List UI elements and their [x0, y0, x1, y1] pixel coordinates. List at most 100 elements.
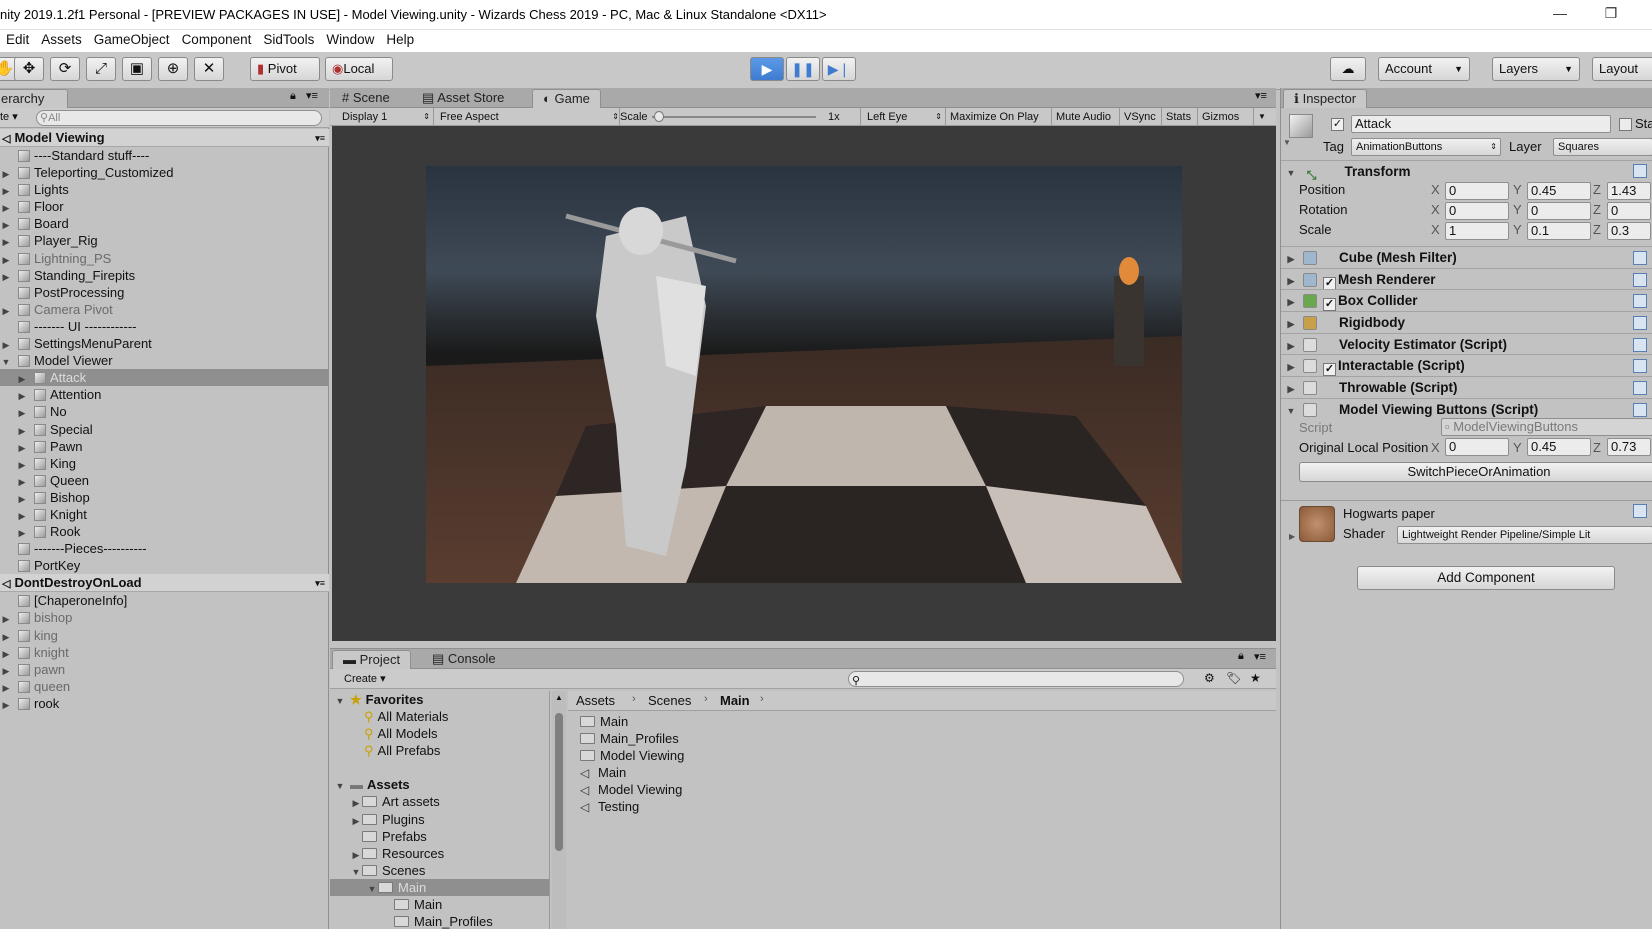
hierarchy-item[interactable]: ▶ Floor: [0, 198, 329, 215]
chevron-right-icon[interactable]: ▶: [0, 697, 12, 714]
lock-icon[interactable]: 🔒︎: [1238, 650, 1244, 663]
pause-button[interactable]: ❚❚: [786, 57, 820, 81]
scale-z-field[interactable]: 0.3: [1607, 222, 1651, 240]
panel-menu-icon[interactable]: ▾≡: [1254, 650, 1266, 663]
tag-dropdown[interactable]: AnimationButtons ⇕: [1351, 138, 1501, 156]
chevron-right-icon[interactable]: ▶: [0, 629, 12, 646]
hierarchy-child-item[interactable]: ▶ Rook: [0, 523, 329, 540]
help-icon[interactable]: [1633, 337, 1647, 352]
active-checkbox[interactable]: ✓: [1331, 118, 1344, 131]
chevron-right-icon[interactable]: ▶: [16, 423, 28, 440]
scale-slider-track[interactable]: [652, 116, 816, 118]
tab-project[interactable]: ▬ Project: [332, 650, 412, 669]
folder-tree-item[interactable]: Main_Profiles: [330, 913, 549, 929]
hierarchy-item[interactable]: ▶ Teleporting_Customized: [0, 164, 329, 181]
vsync-toggle[interactable]: VSync: [1124, 108, 1162, 126]
hierarchy-child-item[interactable]: ▶ Queen: [0, 472, 329, 489]
component-header[interactable]: ▶ Rigidbody: [1281, 311, 1652, 333]
chevron-down-icon[interactable]: ▼: [350, 864, 362, 881]
hierarchy-item[interactable]: ▶ Player_Rig: [0, 232, 329, 249]
menu-sidtools[interactable]: SidTools: [257, 30, 320, 50]
chevron-right-icon[interactable]: ▶: [0, 611, 12, 628]
tab-asset-store[interactable]: ▤ Asset Store: [412, 89, 514, 108]
help-icon[interactable]: [1633, 164, 1647, 178]
component-header[interactable]: ▶ ✓ Interactable (Script): [1281, 354, 1652, 377]
shader-dropdown[interactable]: Lightweight Render Pipeline/Simple Lit: [1397, 526, 1652, 544]
menu-gameobject[interactable]: GameObject: [88, 30, 176, 50]
restore-icon[interactable]: ❐: [1601, 5, 1621, 23]
step-button[interactable]: ▶❘: [822, 57, 856, 81]
hierarchy-item[interactable]: -------Pieces----------: [0, 540, 329, 557]
olp-x-field[interactable]: 0: [1445, 438, 1509, 456]
folder-item[interactable]: Main: [580, 713, 1180, 730]
hierarchy-item[interactable]: ▶ rook: [0, 695, 329, 712]
hierarchy-item[interactable]: ▶ bishop: [0, 609, 329, 626]
layer-dropdown[interactable]: Squares: [1553, 138, 1652, 156]
hierarchy-item[interactable]: ▶ Standing_Firepits: [0, 267, 329, 284]
help-icon[interactable]: [1633, 381, 1647, 396]
script-field[interactable]: ▫ ModelViewingButtons: [1441, 418, 1652, 436]
folder-tree-item[interactable]: Main: [330, 896, 549, 913]
tree-section-header[interactable]: ▼ ★ Favorites: [330, 691, 549, 708]
olp-y-field[interactable]: 0.45: [1527, 438, 1591, 456]
stats-toggle[interactable]: Stats: [1166, 108, 1198, 126]
folder-tree-item[interactable]: ▼ Scenes: [330, 862, 549, 879]
help-icon[interactable]: [1633, 316, 1647, 331]
chevron-down-icon[interactable]: ▼: [334, 778, 346, 795]
star-icon[interactable]: ★: [1250, 671, 1261, 685]
hierarchy-child-item[interactable]: ▶ King: [0, 455, 329, 472]
scene-asset-item[interactable]: ◁ Model Viewing: [580, 781, 1180, 798]
position-x-field[interactable]: 0: [1445, 182, 1509, 200]
rotation-y-field[interactable]: 0: [1527, 202, 1591, 220]
hierarchy-child-item[interactable]: ▶ Pawn: [0, 438, 329, 455]
gizmos-toggle[interactable]: Gizmos: [1202, 108, 1254, 126]
scene-header[interactable]: ◁ Model Viewing ▾≡: [0, 129, 329, 147]
hierarchy-item[interactable]: ▶ Board: [0, 215, 329, 232]
tab-scene[interactable]: # Scene: [332, 89, 400, 108]
help-icon[interactable]: [1633, 359, 1647, 374]
scroll-up-icon[interactable]: ▲: [555, 693, 563, 702]
scale-tool-icon[interactable]: ⤢: [86, 57, 116, 81]
static-checkbox[interactable]: [1619, 118, 1632, 131]
scale-slider-handle[interactable]: [654, 111, 664, 122]
hierarchy-item[interactable]: ----Standard stuff----: [0, 147, 329, 164]
component-header[interactable]: ▶ ✓ Box Collider: [1281, 289, 1652, 312]
help-icon[interactable]: [1633, 504, 1647, 518]
hierarchy-child-item[interactable]: ▶ Attention: [0, 386, 329, 403]
breadcrumb-assets[interactable]: Assets: [576, 693, 615, 708]
hierarchy-item[interactable]: ▶ Camera Pivot: [0, 301, 329, 318]
scale-y-field[interactable]: 0.1: [1527, 222, 1591, 240]
position-y-field[interactable]: 0.45: [1527, 182, 1591, 200]
eye-dropdown[interactable]: Left Eye ⇕: [860, 108, 946, 126]
favorite-item[interactable]: ⚲ All Materials: [330, 708, 549, 725]
chevron-right-icon[interactable]: ▶: [350, 795, 362, 812]
hierarchy-item[interactable]: ▶ SettingsMenuParent: [0, 335, 329, 352]
filter-label-icon[interactable]: 🏷︎: [1226, 671, 1241, 685]
tab-console[interactable]: ▤ Console: [422, 650, 506, 669]
menu-window[interactable]: Window: [320, 30, 380, 50]
maximize-on-play-toggle[interactable]: Maximize On Play: [950, 108, 1052, 126]
layers-dropdown[interactable]: Layers ▼: [1492, 57, 1580, 81]
transform-tool-icon[interactable]: ⊕: [158, 57, 188, 81]
hierarchy-item[interactable]: ▶ Lights: [0, 181, 329, 198]
create-dropdown[interactable]: Create ▾: [344, 672, 386, 685]
rotate-tool-icon[interactable]: ⟳: [50, 57, 80, 81]
scene-asset-item[interactable]: ◁ Testing: [580, 798, 1180, 815]
hierarchy-item[interactable]: ▼ Model Viewer: [0, 352, 329, 369]
hierarchy-item[interactable]: ▶ Lightning_PS: [0, 250, 329, 267]
folder-tree-item[interactable]: ▶ Resources: [330, 845, 549, 862]
transform-header[interactable]: ▼ ⤡ Transform: [1281, 160, 1652, 182]
menu-component[interactable]: Component: [176, 30, 258, 50]
hierarchy-search-input[interactable]: ⚲All: [36, 110, 322, 126]
chevron-right-icon[interactable]: ▶: [16, 405, 28, 422]
hierarchy-item[interactable]: ▶ knight: [0, 644, 329, 661]
hierarchy-child-item[interactable]: ▶ No: [0, 403, 329, 420]
menu-assets[interactable]: Assets: [35, 30, 88, 50]
component-header[interactable]: ▶ Throwable (Script): [1281, 376, 1652, 398]
folder-tree-item[interactable]: Prefabs: [330, 828, 549, 845]
display-dropdown[interactable]: Display 1 ⇕: [342, 108, 434, 126]
pivot-toggle[interactable]: ▮ Pivot: [250, 57, 320, 81]
help-icon[interactable]: [1633, 251, 1647, 265]
breadcrumb-scenes[interactable]: Scenes: [648, 693, 691, 708]
folder-item[interactable]: Main_Profiles: [580, 730, 1180, 747]
